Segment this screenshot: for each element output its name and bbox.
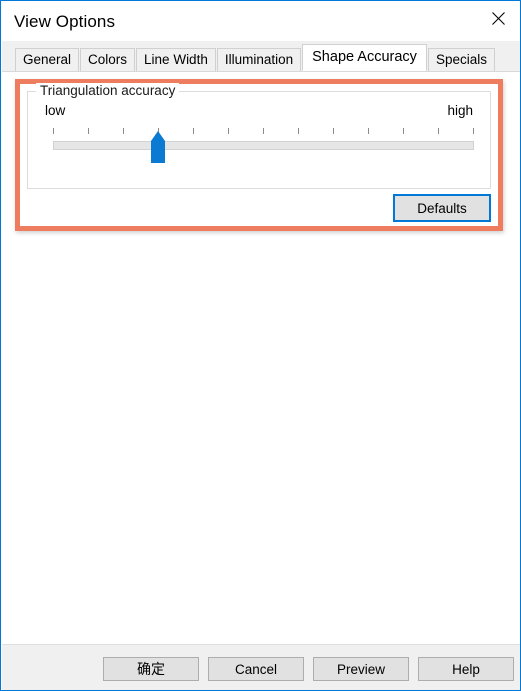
slider-tick	[193, 128, 194, 134]
slider-track[interactable]	[53, 141, 474, 150]
help-button[interactable]: Help	[418, 657, 514, 681]
tab-page-shape-accuracy: Triangulation accuracy low high Defaults	[2, 71, 520, 645]
slider-tick	[53, 128, 54, 134]
tab-specials[interactable]: Specials	[427, 48, 495, 71]
slider-area: low high	[28, 92, 490, 188]
slider-tick	[298, 128, 299, 134]
window-title: View Options	[14, 12, 116, 31]
tab-strip: General Colors Line Width Illumination Shape…	[2, 41, 520, 71]
ok-button[interactable]: 确定	[103, 657, 199, 681]
slider-tick	[88, 128, 89, 134]
tab-line-width[interactable]: Line Width	[136, 48, 216, 71]
slider-thumb[interactable]	[151, 131, 165, 163]
tab-shape-accuracy[interactable]: Shape Accuracy	[302, 44, 427, 71]
slider-tick	[438, 128, 439, 134]
triangulation-accuracy-group: Triangulation accuracy low high	[27, 83, 491, 189]
highlight-annotation: Triangulation accuracy low high Defaults	[15, 79, 503, 231]
tab-colors[interactable]: Colors	[80, 48, 136, 71]
close-icon[interactable]	[475, 2, 520, 34]
slider-tick	[333, 128, 334, 134]
triangulation-accuracy-slider[interactable]	[53, 128, 474, 170]
tab-list: General Colors Line Width Illumination Shape…	[15, 44, 496, 71]
defaults-row: Defaults	[27, 194, 491, 224]
slider-min-label: low	[45, 103, 66, 118]
title-bar: View Options	[2, 2, 520, 41]
footer-button-group: 确定 Cancel Preview Help	[103, 657, 514, 681]
dialog-footer: 确定 Cancel Preview Help	[2, 644, 520, 690]
slider-ticks	[53, 128, 474, 137]
tab-illumination[interactable]: Illumination	[216, 48, 302, 71]
view-options-dialog: View Options General Colors Line Width Illu…	[0, 0, 521, 691]
slider-tick	[368, 128, 369, 134]
slider-tick	[263, 128, 264, 134]
slider-tick	[403, 128, 404, 134]
slider-tick	[473, 128, 474, 134]
defaults-button[interactable]: Defaults	[393, 194, 491, 222]
preview-button[interactable]: Preview	[313, 657, 409, 681]
slider-tick	[123, 128, 124, 134]
tab-general[interactable]: General	[15, 48, 80, 71]
slider-tick	[228, 128, 229, 134]
cancel-button[interactable]: Cancel	[208, 657, 304, 681]
slider-max-label: high	[447, 103, 473, 118]
